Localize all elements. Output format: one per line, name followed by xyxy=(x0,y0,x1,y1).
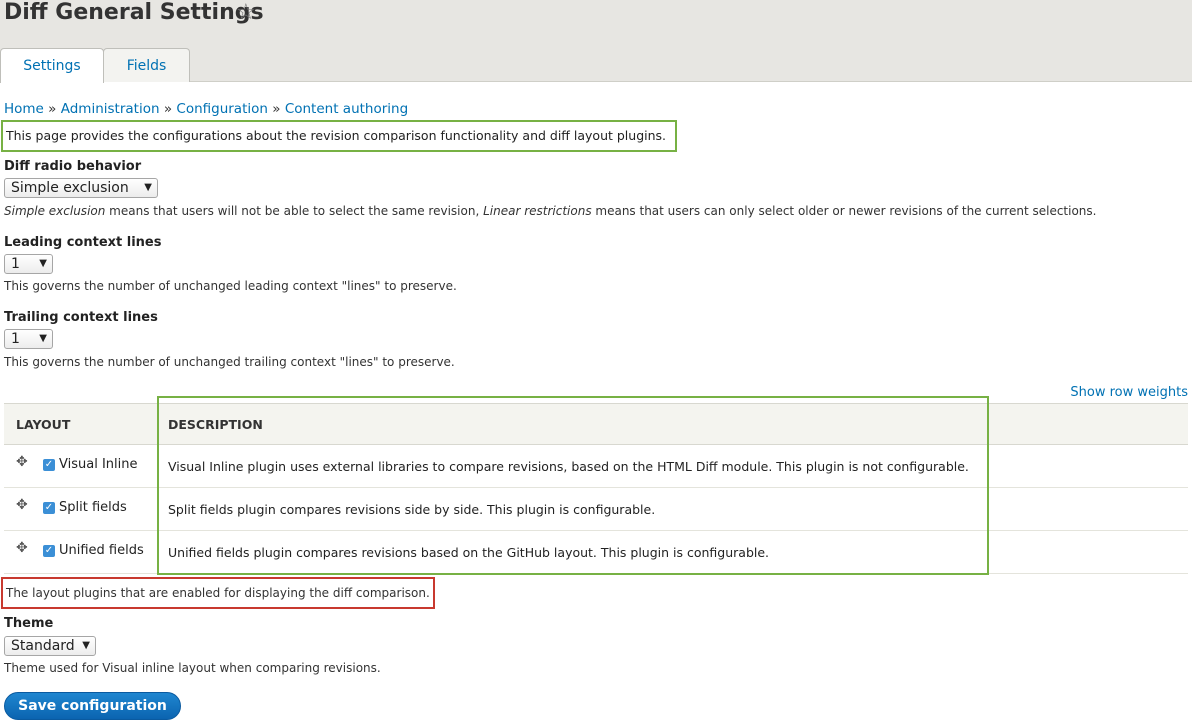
leading-lines-label: Leading context lines xyxy=(4,235,162,250)
radio-behavior-label: Diff radio behavior xyxy=(4,159,142,174)
breadcrumb-home[interactable]: Home xyxy=(4,101,44,117)
save-configuration-button[interactable]: Save configuration xyxy=(4,692,181,720)
column-header-layout: LAYOUT xyxy=(16,417,71,432)
layout-name: Unified fields xyxy=(59,543,144,558)
trailing-lines-select[interactable]: 1 ▼ xyxy=(4,329,53,349)
checkbox-checked-icon[interactable]: ✓ xyxy=(43,459,55,471)
table-row: ✥ ✓ Visual Inline Visual Inline plugin u… xyxy=(4,445,1188,488)
theme-select[interactable]: Standard ▼ xyxy=(4,636,96,656)
chevron-down-icon: ▼ xyxy=(144,182,152,193)
leading-lines-help: This governs the number of unchanged lea… xyxy=(4,279,457,293)
table-header: LAYOUT DESCRIPTION xyxy=(4,403,1188,445)
breadcrumb: Home » Administration » Configuration » … xyxy=(4,101,408,117)
drag-handle-icon[interactable]: ✥ xyxy=(16,540,28,556)
layout-name: Split fields xyxy=(59,500,127,515)
tab-fields[interactable]: Fields xyxy=(103,48,190,82)
drag-handle-icon[interactable]: ✥ xyxy=(16,497,28,513)
breadcrumb-separator: » xyxy=(48,101,57,117)
help-text: means that users will not be able to sel… xyxy=(105,204,484,218)
trailing-lines-value: 1 xyxy=(11,331,20,347)
checkbox-checked-icon[interactable]: ✓ xyxy=(43,502,55,514)
help-emphasis: Linear restrictions xyxy=(483,204,592,218)
help-emphasis: Simple exclusion xyxy=(4,204,106,218)
layout-description: Visual Inline plugin uses external libra… xyxy=(168,459,969,474)
layout-description: Split fields plugin compares revisions s… xyxy=(168,502,656,517)
leading-lines-select[interactable]: 1 ▼ xyxy=(4,254,53,274)
radio-behavior-select[interactable]: Simple exclusion ▼ xyxy=(4,178,158,198)
radio-behavior-help: Simple exclusion means that users will n… xyxy=(4,204,1096,218)
page-header: Diff General Settings ☆ Settings Fields xyxy=(0,0,1192,83)
layout-table: LAYOUT DESCRIPTION ✥ ✓ Visual Inline Vis… xyxy=(4,403,1188,574)
trailing-lines-label: Trailing context lines xyxy=(4,310,158,325)
trailing-lines-help: This governs the number of unchanged tra… xyxy=(4,355,455,369)
breadcrumb-content-authoring[interactable]: Content authoring xyxy=(285,101,408,117)
help-text: means that users can only select older o… xyxy=(591,204,1097,218)
chevron-down-icon: ▼ xyxy=(82,640,90,651)
theme-label: Theme xyxy=(4,616,54,631)
drag-handle-icon[interactable]: ✥ xyxy=(16,454,28,470)
table-row: ✥ ✓ Split fields Split fields plugin com… xyxy=(4,488,1188,531)
show-row-weights-link[interactable]: Show row weights xyxy=(1070,385,1188,400)
theme-value: Standard xyxy=(11,638,75,654)
breadcrumb-configuration[interactable]: Configuration xyxy=(176,101,268,117)
chevron-down-icon: ▼ xyxy=(39,258,47,269)
column-header-description: DESCRIPTION xyxy=(168,417,263,432)
radio-behavior-value: Simple exclusion xyxy=(11,180,129,196)
chevron-down-icon: ▼ xyxy=(39,333,47,344)
breadcrumb-administration[interactable]: Administration xyxy=(61,101,160,117)
checkbox-checked-icon[interactable]: ✓ xyxy=(43,545,55,557)
breadcrumb-separator: » xyxy=(163,101,173,117)
page-description: This page provides the configurations ab… xyxy=(1,120,677,152)
theme-help: Theme used for Visual inline layout when… xyxy=(4,661,381,675)
layout-description: Unified fields plugin compares revisions… xyxy=(168,545,770,560)
layout-name: Visual Inline xyxy=(59,457,138,472)
page-title: Diff General Settings xyxy=(4,0,264,25)
leading-lines-value: 1 xyxy=(11,256,20,272)
layout-plugins-help: The layout plugins that are enabled for … xyxy=(1,577,435,609)
tab-settings[interactable]: Settings xyxy=(0,48,104,83)
table-row: ✥ ✓ Unified fields Unified fields plugin… xyxy=(4,531,1188,574)
star-icon[interactable]: ☆ xyxy=(236,1,256,25)
breadcrumb-separator: » xyxy=(272,101,281,117)
